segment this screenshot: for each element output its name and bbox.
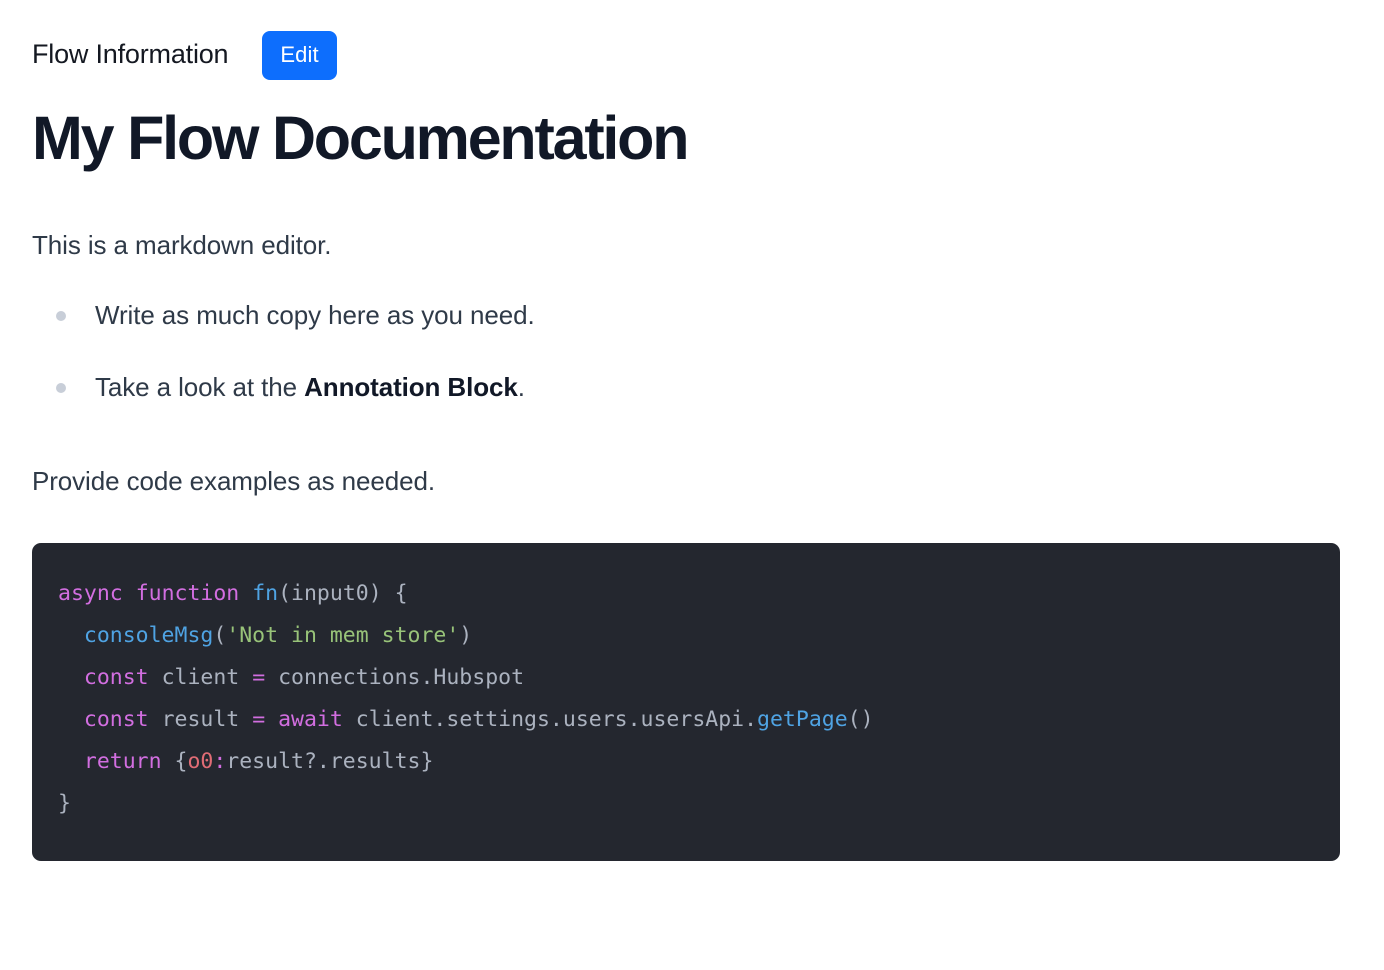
- code-token: (): [847, 706, 874, 732]
- code-block: async function fn(input0) { consoleMsg('…: [32, 542, 1340, 861]
- list-item: Write as much copy here as you need.: [32, 299, 1384, 333]
- code-token: client: [148, 664, 253, 690]
- code-token: (: [213, 622, 227, 648]
- list-item-label: Take a look at the: [95, 371, 305, 402]
- code-line: }: [58, 783, 1314, 825]
- code-token: connections.Hubspot: [265, 664, 525, 690]
- code-token: ): [459, 622, 473, 648]
- list-item-emphasis: Annotation Block: [304, 371, 518, 402]
- section-label: Flow Information: [32, 39, 229, 70]
- code-token: :: [213, 748, 227, 774]
- header-row: Flow Information Edit: [0, 0, 1384, 82]
- code-line: return {o0:result?.results}: [58, 741, 1314, 783]
- intro-paragraph: This is a markdown editor.: [32, 230, 332, 261]
- bullet-list: Write as much copy here as you need. Take…: [32, 299, 1384, 405]
- code-token: =: [252, 664, 266, 690]
- code-token: ) {: [368, 580, 408, 606]
- code-token: (: [278, 580, 292, 606]
- code-token: return: [83, 748, 162, 774]
- code-token: client.settings.users.usersApi.: [342, 706, 758, 732]
- code-token: const: [83, 664, 149, 690]
- code-token: function: [135, 580, 240, 606]
- code-line: const result = await client.settings.use…: [58, 699, 1314, 741]
- code-token: o0: [187, 748, 214, 774]
- list-item-label: Write as much copy here as you need.: [95, 300, 535, 331]
- code-token: result?.results}: [226, 748, 434, 774]
- code-token: input0: [291, 580, 369, 606]
- code-token: result: [148, 706, 253, 732]
- code-token: 'Not in mem store': [226, 622, 460, 648]
- code-token: {: [161, 748, 188, 774]
- code-token: await: [278, 706, 343, 732]
- bullet-dot-icon: [56, 311, 66, 322]
- code-token: fn: [252, 580, 279, 606]
- list-item: Take a look at the Annotation Block.: [32, 371, 1384, 405]
- code-token: =: [252, 706, 266, 732]
- bullet-dot-icon: [56, 382, 66, 393]
- markdown-body: This is a markdown editor. Write as much…: [0, 229, 1384, 498]
- code-token: consoleMsg: [83, 622, 214, 648]
- code-token: const: [83, 706, 149, 732]
- code-line: async function fn(input0) {: [58, 573, 1314, 615]
- code-line: consoleMsg('Not in mem store'): [58, 615, 1314, 657]
- code-token: getPage: [757, 706, 848, 732]
- code-line: const client = connections.Hubspot: [58, 657, 1314, 699]
- list-item-label-tail: .: [517, 371, 525, 402]
- page-title: My Flow Documentation: [32, 104, 690, 172]
- flow-information-page: Flow Information Edit My Flow Documentat…: [0, 0, 1384, 970]
- code-intro-paragraph: Provide code examples as needed.: [32, 465, 435, 496]
- edit-button[interactable]: Edit: [262, 30, 337, 80]
- code-token: }: [58, 790, 71, 816]
- code-pre: async function fn(input0) { consoleMsg('…: [32, 573, 1340, 825]
- code-token: async: [58, 580, 123, 606]
